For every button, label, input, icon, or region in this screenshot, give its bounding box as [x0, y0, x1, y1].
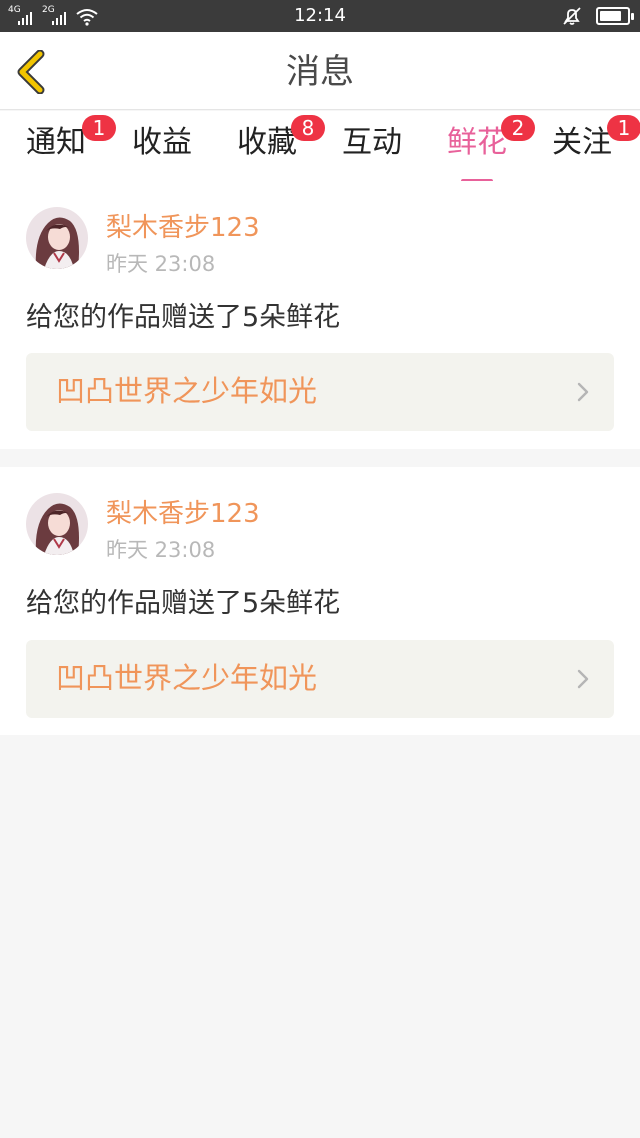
silent-bell-icon [563, 7, 581, 25]
tab-label: 收藏 [237, 125, 297, 160]
message-text: 给您的作品赠送了5朵鲜花 [26, 302, 341, 333]
tab-label: 收益 [132, 125, 192, 160]
tab-earnings[interactable]: 收益 [112, 125, 212, 161]
message-timestamp: 昨天 23:08 [106, 252, 216, 276]
sender-username[interactable]: 梨木香步123 [106, 499, 260, 529]
tab-flowers[interactable]: 鲜花 2 [427, 115, 535, 183]
unread-badge: 1 [607, 115, 640, 141]
unread-badge: 2 [501, 115, 535, 141]
message-card: 梨木香步123 昨天 23:08 给您的作品赠送了5朵鲜花 凹凸世界之少年如光 [0, 181, 640, 449]
chevron-right-icon [577, 669, 589, 689]
top-app-bar: 消息 [0, 32, 640, 110]
tab-bar: 通知 1 收益 收藏 8 互动 鲜花 2 关注 1 [0, 111, 640, 183]
status-bar: 4G 2G 12:14 [0, 0, 640, 32]
avatar[interactable] [26, 493, 88, 555]
tab-interactions[interactable]: 互动 [322, 125, 422, 161]
message-text: 给您的作品赠送了5朵鲜花 [26, 588, 341, 619]
avatar[interactable] [26, 207, 88, 269]
message-card: 梨木香步123 昨天 23:08 给您的作品赠送了5朵鲜花 凹凸世界之少年如光 [0, 467, 640, 735]
tab-label: 关注 [552, 125, 612, 160]
clock: 12:14 [294, 5, 346, 26]
chevron-right-icon [577, 382, 589, 402]
work-link[interactable]: 凹凸世界之少年如光 [26, 640, 614, 718]
work-title: 凹凸世界之少年如光 [56, 661, 318, 695]
tab-favorites[interactable]: 收藏 8 [217, 115, 325, 161]
unread-badge: 8 [291, 115, 325, 141]
tab-label: 鲜花 [447, 125, 507, 160]
unread-badge: 1 [82, 115, 116, 141]
page-title: 消息 [286, 52, 354, 92]
tab-label: 互动 [342, 125, 402, 160]
battery-icon [596, 7, 634, 25]
message-timestamp: 昨天 23:08 [106, 538, 216, 562]
work-title: 凹凸世界之少年如光 [56, 374, 318, 408]
tab-follows[interactable]: 关注 1 [532, 115, 640, 161]
sender-username[interactable]: 梨木香步123 [106, 213, 260, 243]
work-link[interactable]: 凹凸世界之少年如光 [26, 353, 614, 431]
tab-label: 通知 [26, 125, 86, 160]
tab-notifications[interactable]: 通知 1 [6, 115, 116, 161]
